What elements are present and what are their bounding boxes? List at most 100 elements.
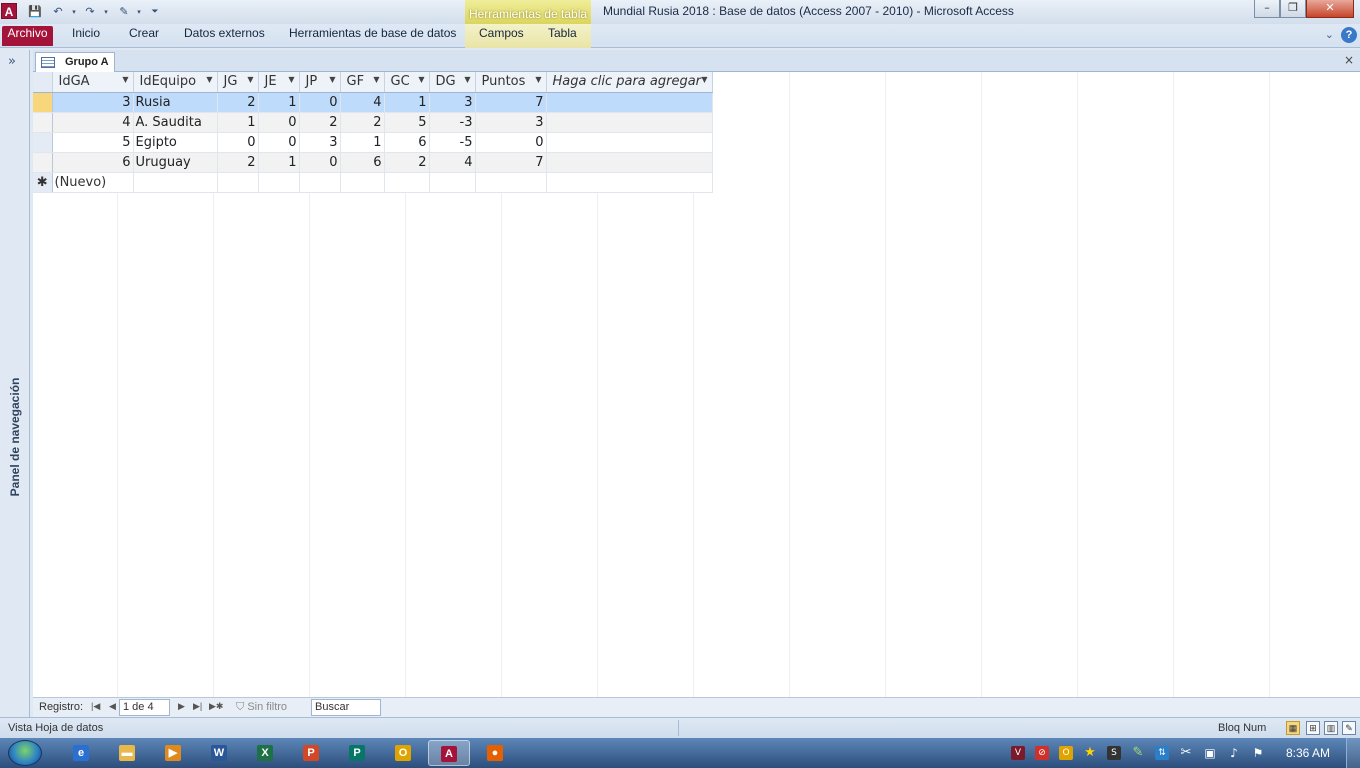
table-cell[interactable]: A. Saudita bbox=[133, 112, 218, 133]
customize-qat-icon[interactable]: ⏷ bbox=[147, 4, 163, 20]
expand-nav-icon[interactable]: » bbox=[8, 54, 16, 69]
table-cell[interactable]: 1 bbox=[340, 132, 385, 153]
table-row[interactable]: 3 Rusia 2 1 0 4 1 3 7 bbox=[33, 92, 713, 113]
column-header-puntos[interactable]: Puntos ▼ bbox=[475, 72, 547, 93]
outlook-tray-icon[interactable]: O bbox=[1059, 746, 1073, 760]
table-cell[interactable]: 1 bbox=[384, 92, 430, 113]
tab-grupo-a[interactable]: Grupo A bbox=[35, 52, 115, 73]
table-cell[interactable]: 0 bbox=[258, 112, 300, 133]
table-cell-empty[interactable] bbox=[546, 132, 713, 153]
table-cell-empty[interactable] bbox=[133, 172, 218, 193]
taskbar-explorer[interactable]: ▬ bbox=[106, 740, 148, 766]
table-cell-empty[interactable] bbox=[384, 172, 430, 193]
pivot-chart-view-icon[interactable]: ▥ bbox=[1324, 721, 1338, 735]
datasheet-view-icon[interactable]: ▦ bbox=[1286, 721, 1300, 735]
redo-icon[interactable]: ↷ bbox=[82, 4, 98, 20]
taskbar-firefox[interactable]: ● bbox=[474, 740, 516, 766]
show-desktop-button[interactable] bbox=[1346, 738, 1360, 768]
column-header-jp[interactable]: JP ▼ bbox=[299, 72, 341, 93]
table-cell[interactable]: 3 bbox=[475, 112, 547, 133]
volume-icon[interactable]: ♪ bbox=[1227, 746, 1241, 760]
column-dropdown-icon[interactable]: ▼ bbox=[464, 75, 470, 84]
column-dropdown-icon[interactable]: ▼ bbox=[329, 75, 335, 84]
column-header-je[interactable]: JE ▼ bbox=[258, 72, 300, 93]
table-row[interactable]: 4 A. Saudita 1 0 2 2 5 -3 3 bbox=[33, 112, 713, 133]
column-header-gf[interactable]: GF ▼ bbox=[340, 72, 385, 93]
table-cell-empty[interactable] bbox=[546, 152, 713, 173]
close-document-icon[interactable]: × bbox=[1344, 53, 1354, 67]
pen-tray-icon[interactable]: ✎ bbox=[1131, 746, 1145, 760]
security-tray-icon[interactable]: ⊘ bbox=[1035, 746, 1049, 760]
network-tray-icon[interactable]: ⇅ bbox=[1155, 746, 1169, 760]
table-cell[interactable]: Rusia bbox=[133, 92, 218, 113]
last-record-icon[interactable]: ▶| bbox=[193, 701, 202, 712]
new-record-icon[interactable]: ▶✱ bbox=[209, 701, 223, 712]
nav-pane-label[interactable]: Panel de navegación bbox=[8, 372, 22, 502]
table-cell-empty[interactable] bbox=[429, 172, 476, 193]
new-record-row[interactable]: ✱ (Nuevo) bbox=[33, 172, 713, 193]
redo-dropdown-icon[interactable]: ▾ bbox=[98, 4, 114, 20]
table-cell[interactable]: 5 bbox=[52, 132, 134, 153]
table-cell-empty[interactable] bbox=[217, 172, 259, 193]
device-tray-icon[interactable]: ▣ bbox=[1203, 746, 1217, 760]
table-cell[interactable]: Egipto bbox=[133, 132, 218, 153]
current-record-field[interactable]: 1 de 4 bbox=[119, 699, 170, 716]
access-app-icon[interactable]: A bbox=[1, 3, 17, 19]
column-dropdown-icon[interactable]: ▼ bbox=[373, 75, 379, 84]
tab-archivo[interactable]: Archivo bbox=[2, 26, 53, 46]
table-cell-empty[interactable] bbox=[546, 112, 713, 133]
new-record-label[interactable]: (Nuevo) bbox=[52, 172, 134, 193]
table-cell[interactable]: 0 bbox=[475, 132, 547, 153]
filter-indicator[interactable]: ⛉ Sin filtro bbox=[236, 701, 287, 714]
taskbar-media-player[interactable]: ▶ bbox=[152, 740, 194, 766]
column-header-jg[interactable]: JG ▼ bbox=[217, 72, 259, 93]
table-cell[interactable]: 7 bbox=[475, 152, 547, 173]
table-cell[interactable]: Uruguay bbox=[133, 152, 218, 173]
table-cell[interactable]: 0 bbox=[299, 152, 341, 173]
column-dropdown-icon[interactable]: ▼ bbox=[535, 75, 541, 84]
column-dropdown-icon[interactable]: ▼ bbox=[247, 75, 253, 84]
table-cell-empty[interactable] bbox=[340, 172, 385, 193]
table-cell-empty[interactable] bbox=[546, 172, 713, 193]
first-record-icon[interactable]: |◀ bbox=[91, 701, 100, 712]
design-view-icon[interactable]: ✎ bbox=[1342, 721, 1356, 735]
table-cell-empty[interactable] bbox=[258, 172, 300, 193]
table-cell-empty[interactable] bbox=[546, 92, 713, 113]
table-cell-empty[interactable] bbox=[475, 172, 547, 193]
start-button[interactable] bbox=[8, 740, 42, 766]
tab-tabla[interactable]: Tabla bbox=[548, 26, 577, 46]
taskbar-access[interactable]: A bbox=[428, 740, 470, 766]
table-cell[interactable]: 4 bbox=[429, 152, 476, 173]
column-header-add[interactable]: Haga clic para agregar ▼ bbox=[546, 72, 713, 93]
table-cell[interactable]: -5 bbox=[429, 132, 476, 153]
table-row[interactable]: 6 Uruguay 2 1 0 6 2 4 7 bbox=[33, 152, 713, 173]
sc-tray-icon[interactable]: S bbox=[1107, 746, 1121, 760]
column-dropdown-icon[interactable]: ▼ bbox=[206, 75, 212, 84]
table-cell[interactable]: 0 bbox=[258, 132, 300, 153]
table-cell[interactable]: 0 bbox=[299, 92, 341, 113]
close-icon[interactable]: ✕ bbox=[1306, 0, 1354, 18]
column-header-idequipo[interactable]: IdEquipo ▼ bbox=[133, 72, 218, 93]
row-selector[interactable] bbox=[33, 112, 53, 133]
tab-inicio[interactable]: Inicio bbox=[72, 26, 100, 46]
table-cell[interactable]: 2 bbox=[340, 112, 385, 133]
row-selector[interactable] bbox=[33, 152, 53, 173]
table-cell[interactable]: 4 bbox=[340, 92, 385, 113]
table-cell-empty[interactable] bbox=[299, 172, 341, 193]
save-icon[interactable]: 💾 bbox=[27, 4, 43, 20]
tools-tray-icon[interactable]: ✂ bbox=[1179, 746, 1193, 760]
table-cell[interactable]: 0 bbox=[217, 132, 259, 153]
taskbar-outlook[interactable]: O bbox=[382, 740, 424, 766]
table-cell[interactable]: 1 bbox=[258, 152, 300, 173]
restore-icon[interactable]: ❐ bbox=[1280, 0, 1306, 18]
action-center-flag-icon[interactable]: ⚑ bbox=[1251, 746, 1265, 760]
table-cell[interactable]: 1 bbox=[217, 112, 259, 133]
clock[interactable]: 8:36 AM bbox=[1286, 746, 1330, 760]
tab-crear[interactable]: Crear bbox=[129, 26, 159, 46]
table-cell[interactable]: 6 bbox=[384, 132, 430, 153]
taskbar-excel[interactable]: X bbox=[244, 740, 286, 766]
previous-record-icon[interactable]: ◀ bbox=[109, 701, 116, 712]
table-row[interactable]: 5 Egipto 0 0 3 1 6 -5 0 bbox=[33, 132, 713, 153]
tab-herramientas-bd[interactable]: Herramientas de base de datos bbox=[289, 26, 456, 46]
table-cell[interactable]: 1 bbox=[258, 92, 300, 113]
